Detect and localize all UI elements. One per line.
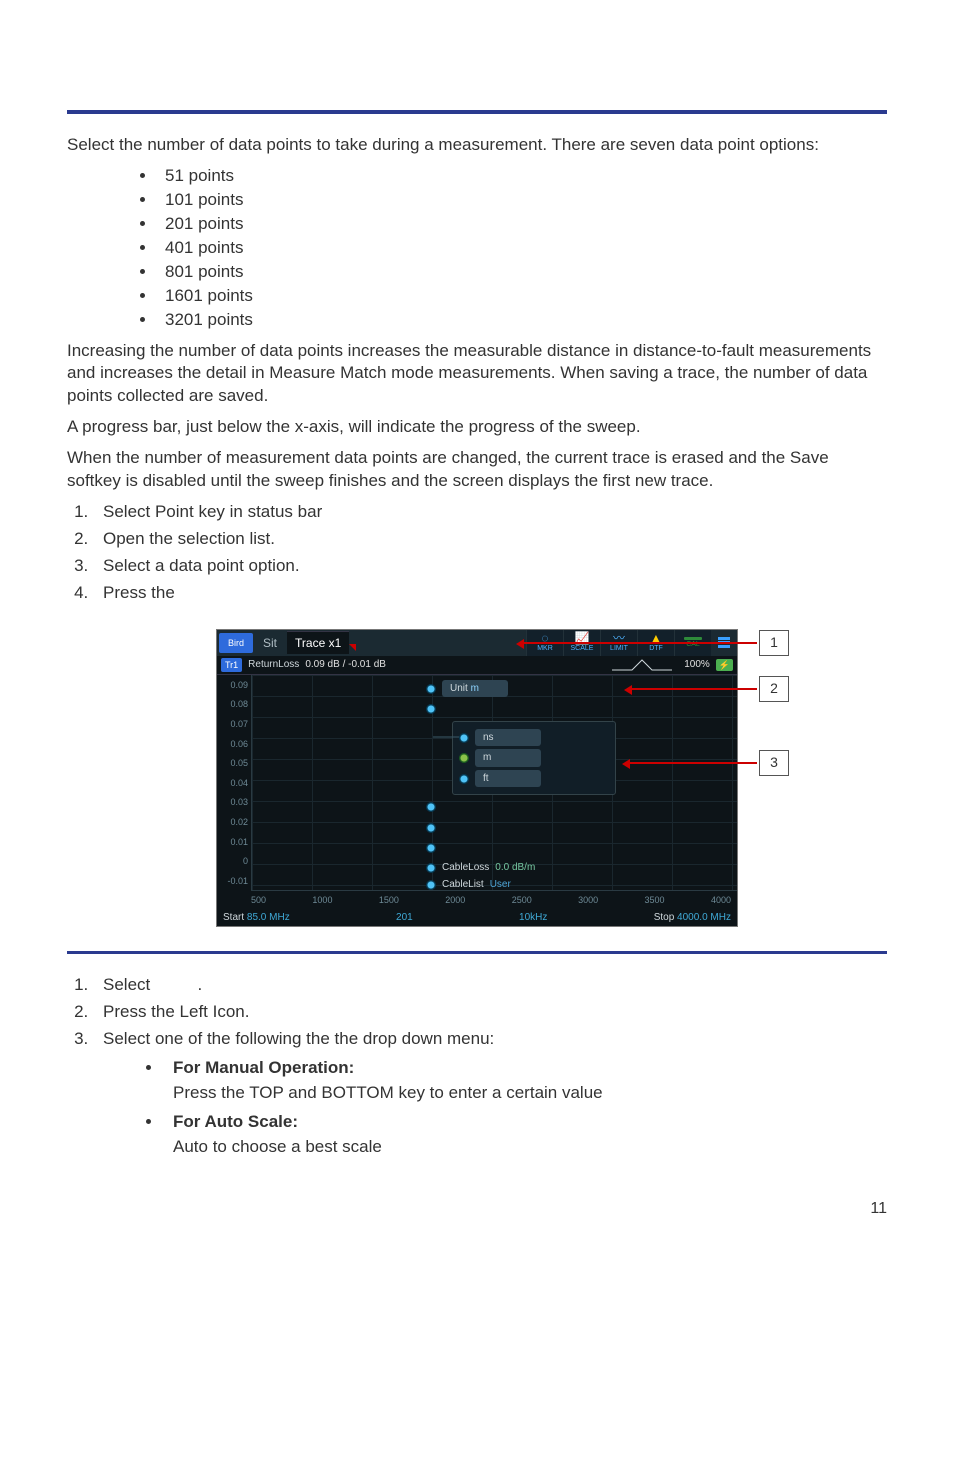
trace-tab[interactable]: Trace x1 [287, 631, 349, 654]
radio-icon[interactable] [426, 880, 436, 890]
radio-selected-icon[interactable] [459, 753, 469, 763]
unit-option[interactable]: ns [475, 729, 541, 747]
plot-area: 0.09 0.08 0.07 0.06 0.05 0.04 0.03 0.02 … [217, 675, 737, 891]
progress-percent: 100% [684, 658, 710, 672]
callout-box: 1 [759, 630, 789, 656]
radio-icon[interactable] [426, 684, 436, 694]
sub-item: For Auto Scale: Auto to choose a best sc… [163, 1111, 887, 1159]
list-item: 1601 points [157, 285, 887, 308]
list-item: 401 points [157, 237, 887, 260]
unit-button[interactable]: Unit m [442, 680, 508, 698]
cable-loss-row[interactable]: CableLoss 0.0 dB/m [426, 861, 616, 875]
trace-id-badge: Tr1 [221, 658, 242, 672]
cable-list-row[interactable]: CableList User [426, 878, 616, 892]
sub-item: For Manual Operation: Press the TOP and … [163, 1057, 887, 1105]
intro-paragraph: Select the number of data points to take… [67, 134, 887, 157]
steps-list-a: Select Point key in status bar Open the … [67, 501, 887, 605]
step-item: Select one of the following the the drop… [93, 1028, 887, 1159]
brand-tab[interactable]: Bird [219, 633, 253, 653]
radio-icon[interactable] [426, 823, 436, 833]
data-point-bullet-list: 51 points 101 points 201 points 401 poin… [67, 165, 887, 332]
radio-icon[interactable] [426, 843, 436, 853]
trace-marker-icon [349, 644, 356, 651]
stop-freq[interactable]: Stop 4000.0 MHz [654, 911, 731, 925]
charging-icon: ⚡ [716, 659, 733, 671]
paragraph: Increasing the number of data points inc… [67, 340, 887, 409]
radio-icon[interactable] [426, 863, 436, 873]
step-item: Press the [93, 582, 887, 605]
top-divider [67, 110, 887, 114]
sparkline-icon [612, 658, 672, 672]
callouts: 1 2 3 [741, 630, 801, 926]
unit-submenu: ns m ft [452, 721, 616, 796]
plot-grid: Unit m . ns m ft . . . [251, 675, 737, 891]
callout-box: 3 [759, 750, 789, 776]
paragraph: When the number of measurement data poin… [67, 447, 887, 493]
unit-option[interactable]: ft [475, 770, 541, 788]
measure-value: 0.09 dB / -0.01 dB [305, 658, 386, 672]
ifbw-value[interactable]: 10kHz [519, 911, 547, 925]
page-number: 11 [67, 1198, 887, 1220]
step-item: Press the Left Icon. [93, 1001, 887, 1024]
scale-menu: Unit m . ns m ft . . . [426, 677, 616, 896]
callout-arrow-icon [625, 762, 757, 764]
paragraph: A progress bar, just below the x-axis, w… [67, 416, 887, 439]
mode-tab[interactable]: Sit [257, 635, 283, 651]
points-value[interactable]: 201 [396, 911, 413, 925]
step-item: Select Point key in status bar [93, 501, 887, 524]
radio-icon[interactable] [426, 704, 436, 714]
bottom-divider [67, 951, 887, 954]
callout-arrow-icon [519, 642, 757, 644]
radio-icon[interactable] [459, 774, 469, 784]
steps-list-b: Select . Press the Left Icon. Select one… [67, 974, 887, 1159]
device-screenshot: Bird Sit Trace x1 ◌MKR 📈SCALE 〰LIMIT ▲DT… [67, 629, 887, 927]
list-item: 201 points [157, 213, 887, 236]
list-item: 801 points [157, 261, 887, 284]
callout-box: 2 [759, 676, 789, 702]
radio-icon[interactable] [426, 802, 436, 812]
info-row: Tr1 ReturnLoss 0.09 dB / -0.01 dB 100% ⚡ [217, 656, 737, 675]
step-item: Open the selection list. [93, 528, 887, 551]
list-item: 51 points [157, 165, 887, 188]
unit-option[interactable]: m [475, 749, 541, 767]
callout-arrow-icon [627, 688, 757, 690]
step-item: Select . [93, 974, 887, 997]
measure-name: ReturnLoss [248, 658, 299, 672]
plot-footer: Start 85.0 MHz 201 10kHz Stop 4000.0 MHz [217, 909, 737, 927]
start-freq[interactable]: Start 85.0 MHz [223, 911, 290, 925]
list-item: 3201 points [157, 309, 887, 332]
y-axis: 0.09 0.08 0.07 0.06 0.05 0.04 0.03 0.02 … [217, 675, 251, 891]
step-item: Select a data point option. [93, 555, 887, 578]
list-item: 101 points [157, 189, 887, 212]
